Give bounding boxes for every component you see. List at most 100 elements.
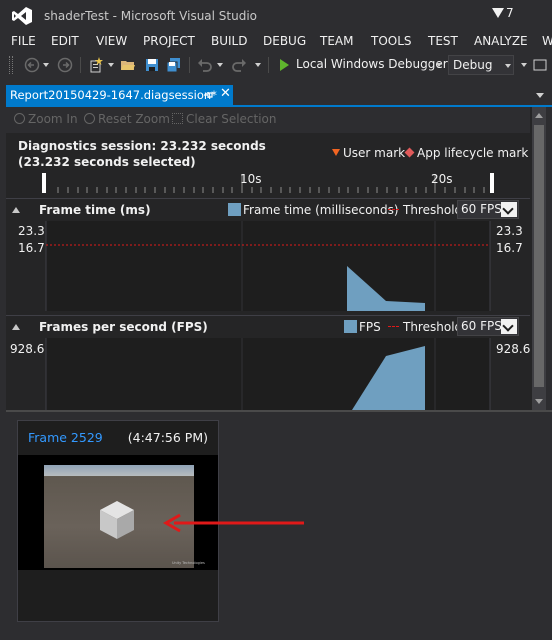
undo-icon[interactable] [197,57,213,73]
toolbar-grip[interactable] [9,56,13,74]
cube-icon [100,501,134,539]
frame-time-axis-max-left: 23.3 [18,224,45,238]
debugger-dropdown-icon[interactable] [436,63,442,67]
frame-detail-area: Frame 2529 (4:47:56 PM) Unity Technologi… [6,410,552,640]
back-dropdown-icon[interactable] [43,63,49,67]
fps-fps-select[interactable]: 60 FPS [457,317,519,336]
zoom-toolbar: Zoom In Reset Zoom Clear Selection [6,107,530,133]
menu-tools[interactable]: TOOLS [371,34,412,48]
time-ruler[interactable]: 10s 20s [6,172,530,194]
redo-icon[interactable] [231,57,247,73]
tab-label: Report20150429-1647.diagsession* [10,88,217,102]
menu-view[interactable]: VIEW [96,34,127,48]
window-title: shaderTest - Microsoft Visual Studio [44,9,258,23]
frame-time-title: Frame time (ms) [39,203,151,217]
fps-title: Frames per second (FPS) [39,320,208,334]
start-debugging-button[interactable]: Local Windows Debugger [296,57,448,71]
selection-end-handle [490,173,494,193]
frame-time-legend: Frame time (milliseconds) [228,203,399,217]
scene-sky [44,465,194,476]
threshold-line-swatch [388,326,399,327]
document-tab-strip: Report20150429-1647.diagsession* ✕ [0,85,552,105]
scrollbar-thumb[interactable] [534,125,544,387]
diagnostics-session-panel: Zoom In Reset Zoom Clear Selection Diagn… [6,107,546,410]
frame-time-threshold-label: Threshold [403,203,463,217]
tab-overflow-icon[interactable] [536,93,544,98]
undo-dropdown-icon[interactable] [217,63,223,67]
app-lifecycle-mark-icon [404,147,415,158]
fps-axis-max-right: 928.6 [496,342,531,356]
session-summary: Diagnostics session: 23.232 seconds (23.… [18,139,266,169]
fps-header: Frames per second (FPS) FPS Threshold 60… [6,315,530,337]
visual-studio-logo-icon [12,7,32,25]
solution-platform-icon[interactable] [532,57,548,73]
chevron-down-icon [501,202,517,217]
pin-icon[interactable] [202,89,214,101]
open-folder-icon[interactable] [120,57,136,73]
menu-test[interactable]: TEST [428,34,458,48]
frame-time-legend-label: Frame time (milliseconds) [243,203,399,217]
fps-threshold-label: Threshold [403,320,463,334]
save-all-icon[interactable] [166,57,182,73]
back-icon[interactable] [24,57,40,73]
menu-window[interactable]: W [542,34,552,48]
menu-team[interactable]: TEAM [320,34,353,48]
clear-selection-label: Clear Selection [186,112,277,126]
forward-icon[interactable] [57,57,73,73]
frame-time-axis-max-right: 23.3 [496,224,523,238]
redo-dropdown-icon[interactable] [255,63,261,67]
notification-flag-icon [492,8,504,18]
toolbar-overflow-icon[interactable] [521,63,527,67]
menu-bar: FILE EDIT VIEW PROJECT BUILD DEBUG TEAM … [0,32,552,52]
clear-selection-icon [172,113,183,124]
selection-start-handle [42,173,46,193]
clear-selection-button[interactable]: Clear Selection [172,112,277,126]
new-project-icon[interactable] [88,57,104,73]
fps-legend: FPS [344,320,381,334]
close-tab-button[interactable]: ✕ [220,86,231,101]
scroll-up-icon[interactable] [535,113,543,118]
menu-debug[interactable]: DEBUG [263,34,306,48]
tab-diagsession[interactable]: Report20150429-1647.diagsession* ✕ [6,85,233,105]
zoom-in-icon [14,113,25,124]
lifecycle-mark-legend: App lifecycle mark [404,146,529,160]
menu-project[interactable]: PROJECT [143,34,195,48]
frame-time-graph[interactable] [6,221,530,311]
collapse-fps-icon[interactable] [12,324,20,330]
frame-time-header: Frame time (ms) Frame time (milliseconds… [6,198,530,220]
frame-time-fps-select[interactable]: 60 FPS [457,200,519,219]
menu-build[interactable]: BUILD [211,34,247,48]
user-mark-label: User mark [343,146,406,160]
fps-axis-max-left: 928.6 [10,342,45,356]
menu-analyze[interactable]: ANALYZE [474,34,528,48]
scroll-down-icon[interactable] [535,399,543,404]
user-mark-icon [332,149,340,156]
collapse-frame-time-icon[interactable] [12,207,20,213]
menu-file[interactable]: FILE [11,34,36,48]
reset-zoom-icon [84,113,95,124]
new-dropdown-icon[interactable] [108,63,114,67]
frame-link[interactable]: Frame 2529 [28,430,103,445]
reset-zoom-button[interactable]: Reset Zoom [84,112,170,126]
title-bar: shaderTest - Microsoft Visual Studio 7 [0,0,552,32]
lifecycle-mark-label: App lifecycle mark [417,146,529,160]
reset-zoom-label: Reset Zoom [98,112,170,126]
save-icon[interactable] [144,57,160,73]
ruler-label-20s: 20s [431,172,453,186]
solution-configuration-value: Debug [453,58,493,72]
menu-edit[interactable]: EDIT [51,34,79,48]
vertical-scrollbar[interactable] [532,107,546,410]
fps-threshold-legend: Threshold [388,320,462,334]
chevron-down-icon [505,64,511,68]
frame-time-axis-threshold-left: 16.7 [18,241,45,255]
frame-time-threshold-legend: Threshold [388,203,462,217]
zoom-in-button[interactable]: Zoom In [14,112,78,126]
fps-graph[interactable] [6,338,530,410]
notification-count: 7 [506,6,514,20]
fps-legend-label: FPS [359,320,381,334]
notifications-button[interactable]: 7 [492,6,514,20]
fps-fps-value: 60 FPS [461,319,502,333]
start-debugging-icon[interactable] [280,59,289,71]
zoom-in-label: Zoom In [28,112,78,126]
solution-configuration-select[interactable]: Debug [448,55,514,75]
